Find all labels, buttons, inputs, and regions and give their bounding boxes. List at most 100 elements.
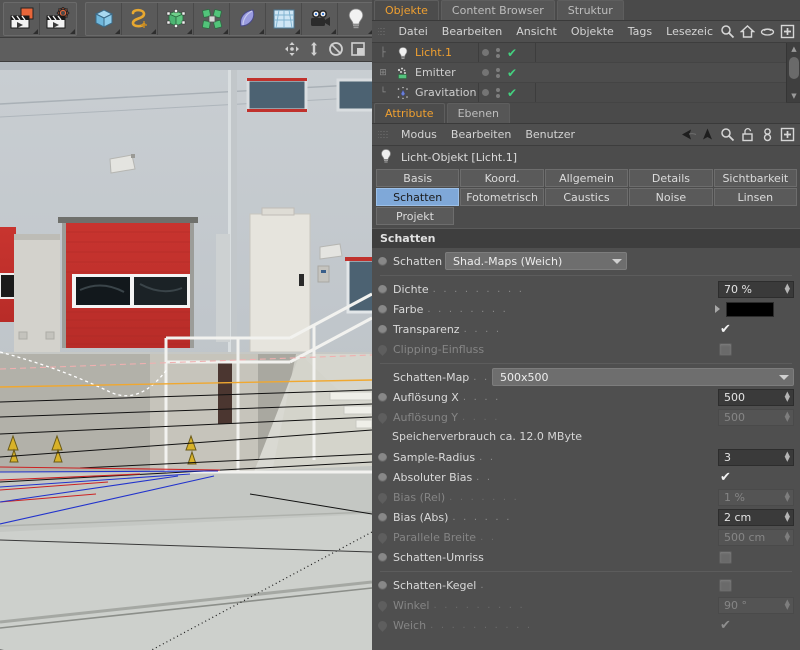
tab-struktur[interactable]: Struktur (556, 0, 624, 20)
home-icon[interactable] (739, 24, 756, 39)
modeling-button[interactable] (194, 2, 230, 35)
menu-objekte[interactable]: Objekte (564, 21, 621, 43)
param-bullet[interactable] (378, 580, 387, 590)
menu-bearbeiten[interactable]: Bearbeiten (435, 21, 509, 43)
search-icon[interactable] (720, 24, 735, 39)
enable-check-icon[interactable]: ✔ (507, 67, 517, 79)
scroll-up-icon[interactable]: ▲ (787, 43, 800, 55)
spinner-icon[interactable]: ▲ ▼ (785, 451, 790, 463)
scene-button[interactable] (266, 2, 302, 35)
schatten-kegel-toggle[interactable] (719, 578, 732, 592)
search-icon[interactable] (720, 127, 735, 142)
menu-ansicht[interactable]: Ansicht (509, 21, 564, 43)
menu-benutzer[interactable]: Benutzer (518, 124, 582, 146)
schatten-map-dropdown[interactable]: 500x500 (492, 368, 794, 386)
dolly-icon[interactable] (306, 41, 322, 57)
spinner-icon: ▲ ▼ (784, 410, 790, 423)
forward-arrow-icon[interactable] (700, 127, 715, 142)
ptab-fotometrisch[interactable]: Fotometrisch (460, 188, 544, 206)
schatten-umriss-toggle[interactable] (719, 550, 732, 564)
bias-abs-input[interactable]: 2 cm ▲ ▼ (718, 508, 794, 526)
panel-grip[interactable] (378, 129, 389, 140)
scroll-down-icon[interactable]: ▼ (787, 90, 800, 102)
eye-icon[interactable] (760, 24, 775, 39)
link-icon[interactable] (760, 127, 775, 142)
schatten-mode-dropdown[interactable]: Shad.-Maps (Weich) (445, 252, 627, 270)
tab-ebenen[interactable]: Ebenen (446, 103, 510, 123)
row-sample-radius: Sample-Radius . . 3 ▲ ▼ (378, 447, 794, 467)
plus-box-icon[interactable] (780, 127, 795, 142)
camera-button[interactable] (302, 2, 338, 35)
editor-render-dots[interactable] (496, 87, 500, 98)
sample-radius-input[interactable]: 3 ▲ ▼ (718, 448, 794, 466)
ptab-allgemein[interactable]: Allgemein (544, 169, 629, 187)
spinner-icon[interactable]: ▲ ▼ (785, 283, 790, 295)
param-bullet[interactable] (378, 472, 387, 482)
ptab-noise[interactable]: Noise (629, 188, 713, 206)
expand-triangle-icon[interactable] (715, 305, 720, 313)
ptab-projekt[interactable]: Projekt (376, 207, 454, 225)
ptab-schatten[interactable]: Schatten (376, 188, 460, 206)
tab-content-browser[interactable]: Content Browser (440, 0, 555, 20)
ptab-linsen[interactable]: Linsen (713, 188, 798, 206)
ptab-caustics[interactable]: Caustics (544, 188, 629, 206)
spinner-icon[interactable]: ▲ ▼ (785, 511, 790, 523)
cube-button[interactable] (86, 2, 122, 35)
label-dichte: Dichte (393, 282, 429, 296)
light-button[interactable] (338, 3, 374, 35)
object-row-gravitation[interactable]: └ Gravitation ✔ (372, 83, 786, 103)
param-bullet[interactable] (378, 324, 387, 334)
param-bullet[interactable] (378, 452, 387, 462)
menu-tags[interactable]: Tags (621, 21, 659, 43)
expand-toggle[interactable]: ⊞ (372, 68, 394, 78)
aufloesung-x-input[interactable]: 500 ▲ ▼ (718, 388, 794, 406)
ptab-sichtbarkeit[interactable]: Sichtbarkeit (713, 169, 798, 187)
dichte-input[interactable]: 70 % ▲ ▼ (718, 280, 794, 298)
render-view-button[interactable] (4, 2, 40, 35)
param-bullet[interactable] (378, 304, 387, 314)
menu-bearbeiten[interactable]: Bearbeiten (444, 124, 518, 146)
param-bullet[interactable] (378, 256, 387, 266)
render-settings-button[interactable] (40, 3, 76, 35)
object-row-emitter[interactable]: ⊞ Emitter ✔ (372, 63, 786, 83)
viewport[interactable] (0, 38, 372, 650)
enable-check-icon[interactable]: ✔ (507, 47, 517, 59)
panel-grip[interactable] (378, 26, 387, 37)
back-arrow-icon[interactable] (680, 127, 697, 142)
menu-datei[interactable]: Datei (391, 21, 434, 43)
visibility-dot[interactable] (482, 69, 489, 76)
ptab-details[interactable]: Details (629, 169, 713, 187)
transparenz-checkbox[interactable]: ✔ (719, 322, 732, 337)
absoluter-bias-checkbox[interactable]: ✔ (719, 470, 732, 485)
object-row-licht[interactable]: ├ Licht.1 ✔ (372, 43, 786, 63)
viewport-scene[interactable] (0, 62, 372, 650)
tab-attribute[interactable]: Attribute (374, 103, 445, 123)
label-schatten-map: Schatten-Map (393, 370, 470, 384)
spinner-icon[interactable]: ▲ ▼ (785, 391, 790, 403)
editor-render-dots[interactable] (496, 67, 500, 78)
enable-check-icon[interactable]: ✔ (507, 87, 517, 99)
menu-modus[interactable]: Modus (394, 124, 444, 146)
param-bullet[interactable] (378, 392, 387, 402)
nurbs-button[interactable] (158, 2, 194, 35)
param-bullet[interactable] (378, 512, 387, 522)
param-bullet[interactable] (378, 284, 387, 294)
deformer-button[interactable] (230, 2, 266, 35)
object-manager-scrollbar[interactable]: ▲ ▼ (786, 43, 800, 102)
scrollbar-thumb[interactable] (789, 57, 799, 79)
tab-objekte[interactable]: Objekte (374, 0, 439, 20)
maximize-icon[interactable] (350, 41, 366, 57)
unlock-icon[interactable] (740, 127, 755, 142)
rotate-icon[interactable] (328, 41, 344, 57)
visibility-dot[interactable] (482, 49, 489, 56)
ptab-koord[interactable]: Koord. (460, 169, 544, 187)
plus-box-icon[interactable] (780, 24, 795, 39)
menu-lesezeichen[interactable]: Lesezeic (659, 21, 720, 43)
spline-button[interactable] (122, 2, 158, 35)
ptab-basis[interactable]: Basis (376, 169, 460, 187)
pan-icon[interactable] (284, 41, 300, 57)
farbe-color-swatch[interactable] (726, 301, 774, 317)
visibility-dot[interactable] (482, 89, 489, 96)
editor-render-dots[interactable] (496, 47, 500, 58)
param-bullet[interactable] (378, 552, 387, 562)
